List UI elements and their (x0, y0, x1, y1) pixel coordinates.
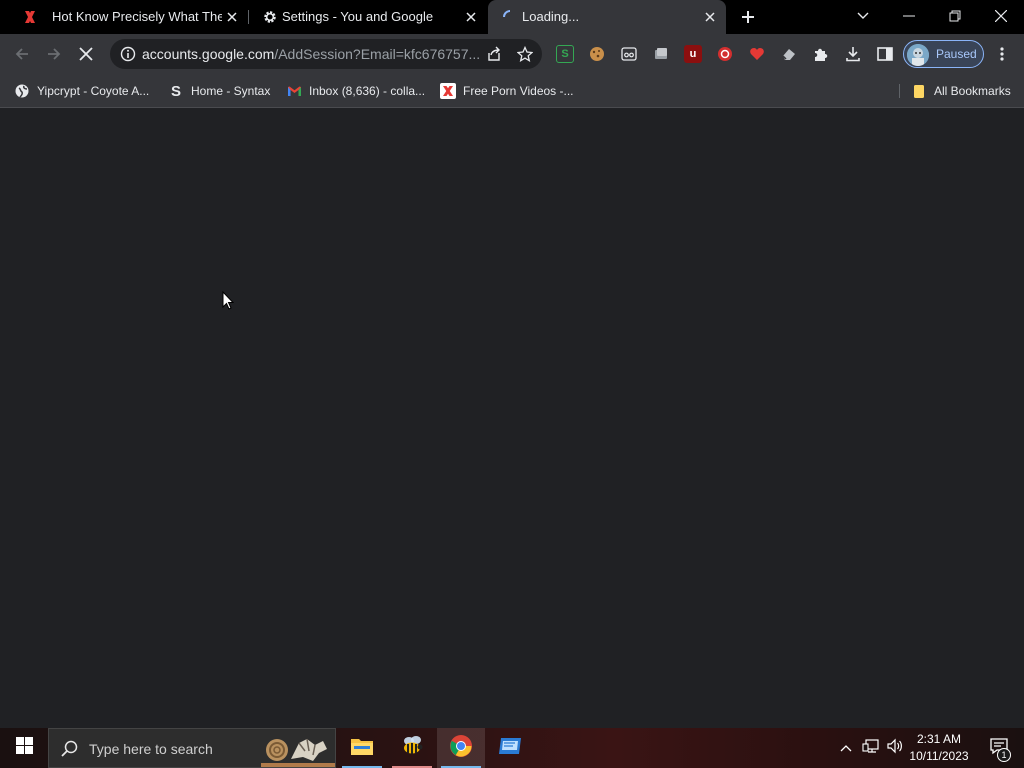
share-icon[interactable] (482, 42, 506, 66)
tab-settings[interactable]: Settings - You and Google (248, 0, 488, 34)
extension-oo-icon[interactable] (620, 45, 638, 63)
address-bar[interactable]: accounts.google.com/AddSession?Email=kfc… (110, 39, 542, 69)
bookmarks-bar: Yipcrypt - Coyote A... S Home - Syntax I… (0, 75, 1024, 108)
bookmark-yipcrypt[interactable]: Yipcrypt - Coyote A... (14, 82, 149, 100)
spinner-icon (502, 9, 518, 25)
network-status-button[interactable] (860, 728, 882, 768)
site-info-icon[interactable] (120, 46, 136, 62)
new-tab-button[interactable] (736, 5, 760, 29)
extensions-puzzle-icon[interactable] (812, 45, 830, 63)
profile-paused-button[interactable]: Paused (903, 40, 984, 68)
minimize-button[interactable] (897, 4, 921, 28)
bookmark-label: Home - Syntax (191, 84, 271, 98)
close-icon[interactable] (702, 9, 718, 25)
search-icon (61, 740, 78, 762)
bee-icon (400, 734, 424, 763)
clock-date: 10/11/2023 (909, 749, 969, 763)
url-host: accounts.google.com (142, 46, 275, 62)
tab-title: Loading... (522, 9, 580, 24)
side-panel-icon[interactable] (876, 45, 894, 63)
taskbar-clock[interactable]: 2:31 AM 10/11/2023 (904, 731, 974, 765)
ublock-icon[interactable]: u (684, 45, 702, 63)
s-icon: S (170, 82, 181, 100)
profile-status-label: Paused (936, 47, 977, 61)
tab-title: Settings - You and Google (282, 9, 434, 24)
extension-eraser-icon[interactable] (780, 45, 798, 63)
cookie-icon[interactable] (588, 45, 606, 63)
taskbar-app-blue[interactable] (486, 728, 534, 768)
tab-loading[interactable]: Loading... (488, 0, 726, 34)
show-hidden-icons-button[interactable] (836, 728, 856, 768)
search-highlight-art-icon (261, 729, 335, 767)
clock-time: 2:31 AM (916, 732, 962, 746)
notification-count-badge: 1 (997, 748, 1011, 762)
bookmark-star-icon[interactable] (513, 42, 537, 66)
folder-icon (911, 83, 927, 99)
tab-title: Hot Know Precisely What Their A (52, 9, 222, 24)
bookmark-home-syntax[interactable]: S Home - Syntax (168, 82, 270, 100)
bookmark-label: Free Porn Videos -... (463, 84, 574, 98)
bookmark-free-videos[interactable]: Free Porn Videos -... (440, 82, 574, 100)
extension-heart-icon[interactable] (748, 45, 766, 63)
window-app-icon (498, 736, 522, 761)
extension-cards-icon[interactable] (652, 45, 670, 63)
taskbar-bee-app[interactable] (388, 728, 436, 768)
extension-s-icon[interactable]: S (556, 45, 574, 63)
windows-taskbar: Type here to search 2:31 AM 10/11/2023 1 (0, 728, 1024, 768)
stop-loading-button[interactable] (74, 42, 98, 66)
action-center-button[interactable]: 1 (980, 728, 1018, 768)
bookmark-inbox[interactable]: Inbox (8,636) - colla... (286, 82, 425, 100)
network-icon (862, 738, 880, 759)
taskbar-file-explorer[interactable] (338, 728, 386, 768)
speaker-icon (886, 738, 904, 759)
x-red-icon (440, 83, 456, 99)
bookmark-label: Inbox (8,636) - colla... (309, 84, 426, 98)
chrome-icon (449, 734, 473, 763)
download-icon[interactable] (844, 45, 862, 63)
tab-hot-know[interactable]: Hot Know Precisely What Their A (8, 0, 248, 34)
chevron-up-icon (840, 739, 852, 757)
mouse-cursor-icon (222, 290, 235, 315)
x-red-icon (22, 9, 38, 25)
folder-icon (350, 736, 374, 761)
browser-toolbar: accounts.google.com/AddSession?Email=kfc… (0, 34, 1024, 75)
windows-logo-icon (15, 737, 33, 759)
url-text[interactable]: accounts.google.com/AddSession?Email=kfc… (142, 46, 480, 62)
close-icon[interactable] (463, 9, 479, 25)
gear-icon (262, 9, 278, 25)
tab-search-button[interactable] (851, 4, 875, 28)
all-bookmarks-label: All Bookmarks (934, 84, 1011, 98)
restore-button[interactable] (943, 4, 967, 28)
start-button[interactable] (0, 728, 48, 768)
tab-strip: Hot Know Precisely What Their A Settings… (0, 0, 1024, 34)
extension-red-circle-icon[interactable] (716, 45, 734, 63)
close-window-button[interactable] (989, 4, 1013, 28)
bookmark-label: Yipcrypt - Coyote A... (37, 84, 150, 98)
page-content-blank (0, 109, 1024, 728)
back-button[interactable] (10, 42, 34, 66)
all-bookmarks-button[interactable]: All Bookmarks (911, 82, 1011, 100)
menu-kebab-icon[interactable] (990, 42, 1014, 66)
avatar (907, 44, 929, 66)
close-icon[interactable] (224, 9, 240, 25)
taskbar-chrome[interactable] (437, 728, 485, 768)
search-placeholder: Type here to search (89, 741, 213, 757)
screen: Hot Know Precisely What Their A Settings… (0, 0, 1024, 768)
gmail-icon (286, 83, 302, 99)
taskbar-search-box[interactable]: Type here to search (48, 728, 336, 768)
bookmark-separator (899, 84, 900, 98)
url-path: /AddSession?Email=kfc676757... (274, 46, 481, 62)
globe-icon (14, 83, 30, 99)
forward-button[interactable] (42, 42, 66, 66)
volume-button[interactable] (884, 728, 906, 768)
